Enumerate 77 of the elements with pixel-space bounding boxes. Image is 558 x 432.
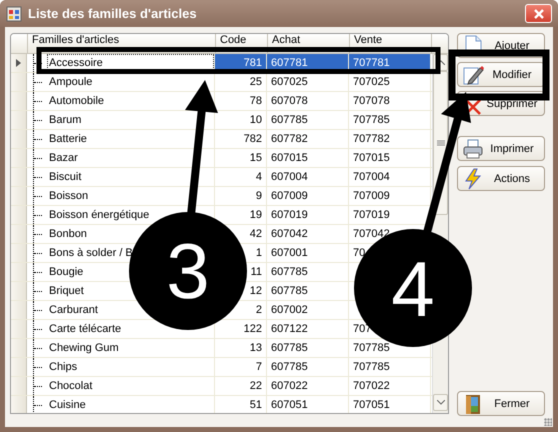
table-cell-text: Briquet bbox=[48, 284, 85, 299]
table-cell: 607785 bbox=[267, 111, 349, 129]
table-cell: 707785 bbox=[349, 358, 431, 376]
column-header[interactable]: Achat bbox=[268, 34, 350, 53]
window-title: Liste des familles d'articles bbox=[28, 6, 198, 21]
table-cell-text: Boisson bbox=[48, 189, 90, 204]
table-cell: 4 bbox=[215, 168, 267, 186]
action-button[interactable]: Modifier bbox=[457, 62, 545, 87]
table-cell-text: Boisson énergétique bbox=[48, 208, 150, 223]
cross-icon bbox=[465, 98, 481, 114]
table-cell: 707022 bbox=[349, 377, 431, 395]
table-cell-text: Chocolat bbox=[48, 379, 94, 394]
table-cell: 13 bbox=[215, 339, 267, 357]
table-cell: 707785 bbox=[349, 111, 431, 129]
table-cell-text: Automobile bbox=[48, 94, 106, 109]
current-row-icon bbox=[16, 59, 21, 67]
table-cell: 607785 bbox=[267, 263, 349, 281]
grip-icon bbox=[436, 140, 444, 146]
table-cell: 22 bbox=[215, 377, 267, 395]
table-cell-text: Bonbon bbox=[48, 227, 88, 242]
table-cell-text: Ampoule bbox=[48, 75, 94, 90]
table-cell-text: Carburant bbox=[48, 303, 99, 318]
table-cell: 607785 bbox=[267, 339, 349, 357]
table-cell: 15 bbox=[215, 149, 267, 167]
table-cell: 607122 bbox=[267, 320, 349, 338]
table-cell: 607015 bbox=[267, 149, 349, 167]
table-cell: 607042 bbox=[267, 225, 349, 243]
close-window-button[interactable]: Fermer bbox=[457, 391, 545, 416]
row-header[interactable] bbox=[11, 54, 27, 72]
table-cell: 607785 bbox=[267, 282, 349, 300]
table-cell-text: Biscuit bbox=[48, 170, 82, 185]
table-cell: 51 bbox=[215, 396, 267, 413]
table-cell: 25 bbox=[215, 73, 267, 91]
table-cell: 707009 bbox=[349, 187, 431, 205]
close-icon bbox=[532, 8, 544, 20]
table-cell: 607785 bbox=[267, 358, 349, 376]
table-cell: 607004 bbox=[267, 168, 349, 186]
table-cell: 707078 bbox=[349, 92, 431, 110]
table-cell: 607009 bbox=[267, 187, 349, 205]
lightning-icon bbox=[462, 168, 484, 190]
table-cell: 607782 bbox=[267, 130, 349, 148]
column-header[interactable]: Code bbox=[216, 34, 268, 53]
table-cell: 707051 bbox=[349, 396, 431, 413]
column-header[interactable]: Familles d'articles bbox=[28, 34, 216, 53]
resize-grip[interactable] bbox=[544, 418, 552, 426]
table-cell-text: Batterie bbox=[48, 132, 88, 147]
table-cell-text: Bougie bbox=[48, 265, 84, 280]
table-cell: 782 bbox=[215, 130, 267, 148]
close-button[interactable] bbox=[525, 4, 552, 23]
table-cell: 707025 bbox=[349, 73, 431, 91]
table-cell: 607001 bbox=[267, 244, 349, 262]
pencil-icon bbox=[462, 64, 484, 86]
table-cell: 607022 bbox=[267, 377, 349, 395]
table-cell-text: Carte télécarte bbox=[48, 322, 122, 337]
table-cell: 9 bbox=[215, 187, 267, 205]
table-cell: 707004 bbox=[349, 168, 431, 186]
table-cell-text: Bons à solder / B bbox=[48, 246, 134, 261]
table-cell: Accessoire bbox=[47, 54, 214, 72]
table-cell: 707019 bbox=[349, 206, 431, 224]
table-cell: 607019 bbox=[267, 206, 349, 224]
app-icon bbox=[6, 6, 22, 22]
table-cell: 607002 bbox=[267, 301, 349, 319]
table-cell: 607078 bbox=[267, 92, 349, 110]
action-button[interactable]: Actions bbox=[457, 166, 545, 191]
table-cell-text: Bazar bbox=[48, 151, 79, 166]
table-cell: 707015 bbox=[349, 149, 431, 167]
action-button[interactable]: Imprimer bbox=[457, 136, 545, 161]
table-cell: 7 bbox=[215, 358, 267, 376]
table-cell-text: Chips bbox=[48, 360, 78, 375]
table-cell-text: Cuisine bbox=[48, 398, 87, 413]
printer-icon bbox=[462, 138, 484, 160]
column-header[interactable]: Vente bbox=[350, 34, 432, 53]
table-cell: 607025 bbox=[267, 73, 349, 91]
table-cell-text: Barum bbox=[48, 113, 82, 128]
table-cell: 607051 bbox=[267, 396, 349, 413]
table-cell: 707782 bbox=[349, 130, 431, 148]
table-cell-text: Chewing Gum bbox=[48, 341, 120, 356]
